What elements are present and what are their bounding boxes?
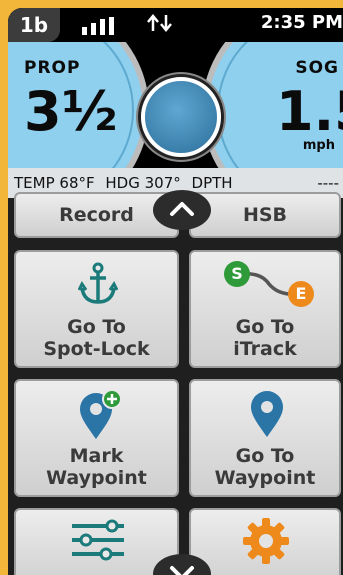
- scroll-down-tab[interactable]: [153, 554, 211, 575]
- data-transfer-icon: [147, 14, 172, 32]
- temperature-readout: TEMP 68°F: [14, 174, 95, 192]
- chevron-up-icon: [170, 202, 194, 216]
- itrack-line1: Go To: [235, 316, 295, 338]
- sog-label: SOG: [295, 58, 339, 78]
- itrack-line2: iTrack: [233, 338, 297, 360]
- screen: 1b 2:35 PM PROP 3½ SOG 1.5 mph TEMP 68°: [8, 8, 343, 575]
- mark-waypoint-button[interactable]: Mark Waypoint: [14, 379, 179, 497]
- action-grid: Record HSB Go To Spot-Lock S E Go To iTr…: [8, 190, 343, 575]
- mark-waypoint-line2: Waypoint: [46, 467, 147, 489]
- waypoint-pin-icon: [251, 391, 283, 437]
- center-control-button[interactable]: [141, 77, 221, 157]
- go-to-spot-lock-button[interactable]: Go To Spot-Lock: [14, 250, 179, 368]
- signal-strength-icon: [82, 17, 114, 35]
- unit-badge: 1b: [8, 8, 60, 42]
- scroll-up-tab[interactable]: [153, 190, 211, 230]
- prop-label: PROP: [24, 58, 81, 78]
- hsb-button[interactable]: HSB: [189, 192, 341, 238]
- prop-value: 3½: [24, 80, 118, 143]
- status-bar: 1b 2:35 PM: [8, 8, 343, 42]
- go-to-waypoint-line2: Waypoint: [214, 467, 316, 489]
- sliders-icon: [72, 519, 124, 561]
- go-to-waypoint-line1: Go To: [235, 445, 295, 467]
- settings-button[interactable]: [189, 508, 341, 575]
- mark-waypoint-line1: Mark: [69, 445, 124, 467]
- go-to-waypoint-button[interactable]: Go To Waypoint: [189, 379, 341, 497]
- itrack-end-label: E: [295, 284, 307, 303]
- gauge-panel: PROP 3½ SOG 1.5 mph: [8, 42, 343, 178]
- device-frame: 1b 2:35 PM PROP 3½ SOG 1.5 mph TEMP 68°: [0, 0, 343, 575]
- add-waypoint-icon: [80, 389, 122, 439]
- gear-icon: [243, 518, 289, 564]
- spot-lock-line1: Go To: [67, 316, 126, 338]
- anchor-icon: [78, 262, 118, 304]
- clock: 2:35 PM: [260, 12, 343, 33]
- sog-value: 1.5: [276, 80, 343, 143]
- go-to-itrack-button[interactable]: S E Go To iTrack: [189, 250, 341, 368]
- sog-unit: mph: [302, 138, 335, 153]
- hsb-label: HSB: [242, 204, 288, 226]
- chevron-down-icon: [170, 566, 194, 575]
- itrack-start-label: S: [231, 264, 243, 283]
- spot-lock-line2: Spot-Lock: [43, 338, 150, 360]
